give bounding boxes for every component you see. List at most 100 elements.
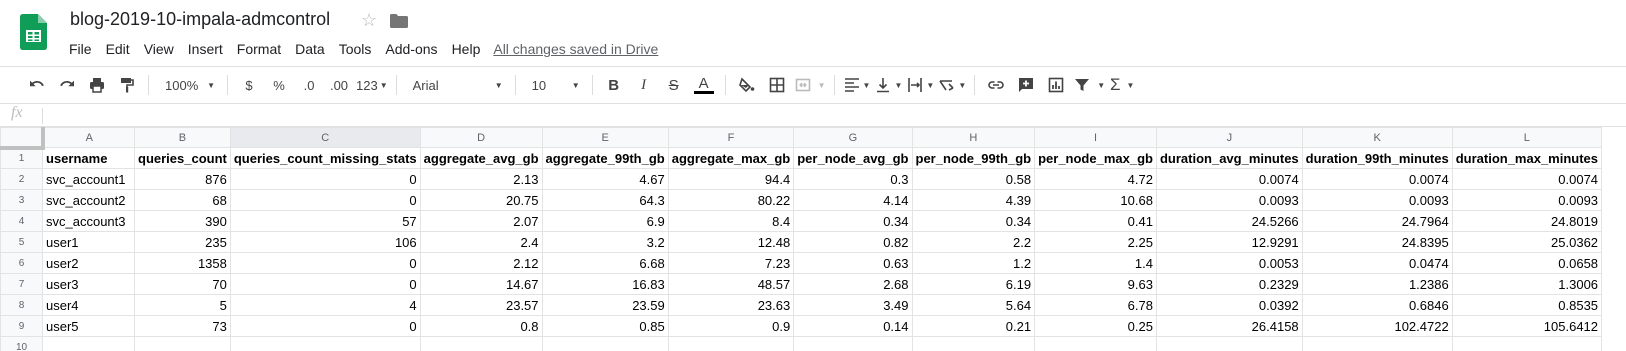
column-header-a[interactable]: A [42, 127, 135, 148]
cell[interactable] [134, 336, 231, 351]
insert-comment-button[interactable] [1013, 72, 1039, 98]
row-header[interactable]: 4 [0, 210, 43, 232]
cell[interactable]: user5 [42, 315, 135, 337]
cell[interactable] [1155, 336, 1303, 351]
cell[interactable] [793, 336, 913, 351]
bold-button[interactable]: B [601, 72, 627, 98]
vertical-align-button[interactable]: ▼ [874, 72, 902, 98]
cell[interactable]: 0 [229, 252, 421, 274]
cell[interactable]: 1.3006 [1451, 273, 1603, 295]
column-header-g[interactable]: G [793, 127, 913, 148]
horizontal-align-button[interactable]: ▼ [843, 72, 870, 98]
cell[interactable]: 0.0074 [1155, 168, 1303, 190]
cell[interactable]: 73 [134, 315, 231, 337]
cell[interactable]: 390 [134, 210, 231, 232]
cell[interactable]: aggregate_99th_gb [541, 147, 669, 169]
cell[interactable]: 26.4158 [1155, 315, 1303, 337]
cell[interactable]: 20.75 [419, 189, 543, 211]
column-header-h[interactable]: H [911, 127, 1036, 148]
cell[interactable]: per_node_avg_gb [793, 147, 913, 169]
cell[interactable]: 4 [229, 294, 421, 316]
cell[interactable]: 5 [134, 294, 231, 316]
cell[interactable]: 2.2 [911, 231, 1036, 253]
cell[interactable]: user2 [42, 252, 135, 274]
menu-file[interactable]: File [62, 41, 99, 57]
cell[interactable]: per_node_99th_gb [911, 147, 1036, 169]
cell[interactable] [1034, 336, 1157, 351]
cell[interactable]: 2.4 [419, 231, 543, 253]
select-all-corner[interactable] [0, 127, 45, 150]
save-status-link[interactable]: All changes saved in Drive [493, 41, 658, 57]
cell[interactable]: 24.8019 [1451, 210, 1603, 232]
column-header-e[interactable]: E [541, 127, 669, 148]
filter-button[interactable]: ▼ [1073, 72, 1105, 98]
cell[interactable]: username [42, 147, 135, 169]
row-header[interactable]: 7 [0, 273, 43, 295]
row-header[interactable]: 10 [0, 336, 43, 351]
cell[interactable]: 2.07 [419, 210, 543, 232]
cell[interactable]: 0.0093 [1301, 189, 1453, 211]
cell[interactable] [42, 336, 135, 351]
cell[interactable]: 1.2 [911, 252, 1036, 274]
cell[interactable]: 23.57 [419, 294, 543, 316]
row-header[interactable]: 6 [0, 252, 43, 274]
cell[interactable]: 0.41 [1034, 210, 1157, 232]
menu-tools[interactable]: Tools [332, 41, 379, 57]
borders-button[interactable] [764, 72, 790, 98]
cell[interactable]: 1.2386 [1301, 273, 1453, 295]
cell[interactable]: user1 [42, 231, 135, 253]
cell[interactable]: 10.68 [1034, 189, 1157, 211]
cell[interactable]: 105.6412 [1451, 315, 1603, 337]
zoom-select[interactable]: 100% ▼ [157, 72, 219, 98]
row-header[interactable]: 1 [0, 147, 43, 169]
menu-data[interactable]: Data [288, 41, 332, 57]
cell[interactable]: 57 [229, 210, 421, 232]
cell[interactable] [229, 336, 421, 351]
cell[interactable] [1451, 336, 1603, 351]
text-wrapping-button[interactable]: ▼ [906, 72, 934, 98]
decrease-decimals-button[interactable]: .0 [296, 72, 322, 98]
cell[interactable]: 12.48 [667, 231, 795, 253]
italic-button[interactable]: I [631, 72, 657, 98]
menu-insert[interactable]: Insert [181, 41, 230, 57]
cell[interactable]: 6.9 [541, 210, 669, 232]
menu-view[interactable]: View [137, 41, 181, 57]
cell[interactable]: 94.4 [667, 168, 795, 190]
font-select[interactable]: Arial ▼ [405, 72, 507, 98]
cell[interactable]: 14.67 [419, 273, 543, 295]
cell[interactable]: svc_account1 [42, 168, 135, 190]
cell[interactable]: 0.34 [793, 210, 913, 232]
cell[interactable]: duration_99th_minutes [1301, 147, 1453, 169]
google-sheets-logo-icon[interactable] [20, 14, 47, 50]
star-icon[interactable]: ☆ [361, 10, 377, 31]
cell[interactable]: 48.57 [667, 273, 795, 295]
cell[interactable]: 0.63 [793, 252, 913, 274]
cell[interactable]: 24.5266 [1155, 210, 1303, 232]
paint-format-button[interactable] [114, 72, 140, 98]
row-header[interactable]: 3 [0, 189, 43, 211]
menu-addons[interactable]: Add-ons [378, 41, 444, 57]
increase-decimals-button[interactable]: .00 [326, 72, 352, 98]
cell[interactable]: 23.59 [541, 294, 669, 316]
cell[interactable]: 68 [134, 189, 231, 211]
cell[interactable] [911, 336, 1036, 351]
cell[interactable]: 7.23 [667, 252, 795, 274]
cell[interactable]: 235 [134, 231, 231, 253]
strikethrough-button[interactable]: S [661, 72, 687, 98]
cell[interactable]: 0.8 [419, 315, 543, 337]
cell[interactable] [541, 336, 669, 351]
cell[interactable]: 0.0658 [1451, 252, 1603, 274]
cell[interactable]: 0.9 [667, 315, 795, 337]
cell[interactable]: 1.4 [1034, 252, 1157, 274]
cell[interactable]: 1358 [134, 252, 231, 274]
cell[interactable]: 24.8395 [1301, 231, 1453, 253]
cell[interactable]: user4 [42, 294, 135, 316]
cell[interactable]: 4.72 [1034, 168, 1157, 190]
column-header-l[interactable]: L [1451, 127, 1603, 148]
cell[interactable]: 0.21 [911, 315, 1036, 337]
insert-link-button[interactable] [983, 72, 1009, 98]
cell[interactable]: 80.22 [667, 189, 795, 211]
column-header-i[interactable]: I [1034, 127, 1157, 148]
functions-button[interactable]: Σ ▼ [1109, 72, 1135, 98]
undo-button[interactable] [24, 72, 50, 98]
